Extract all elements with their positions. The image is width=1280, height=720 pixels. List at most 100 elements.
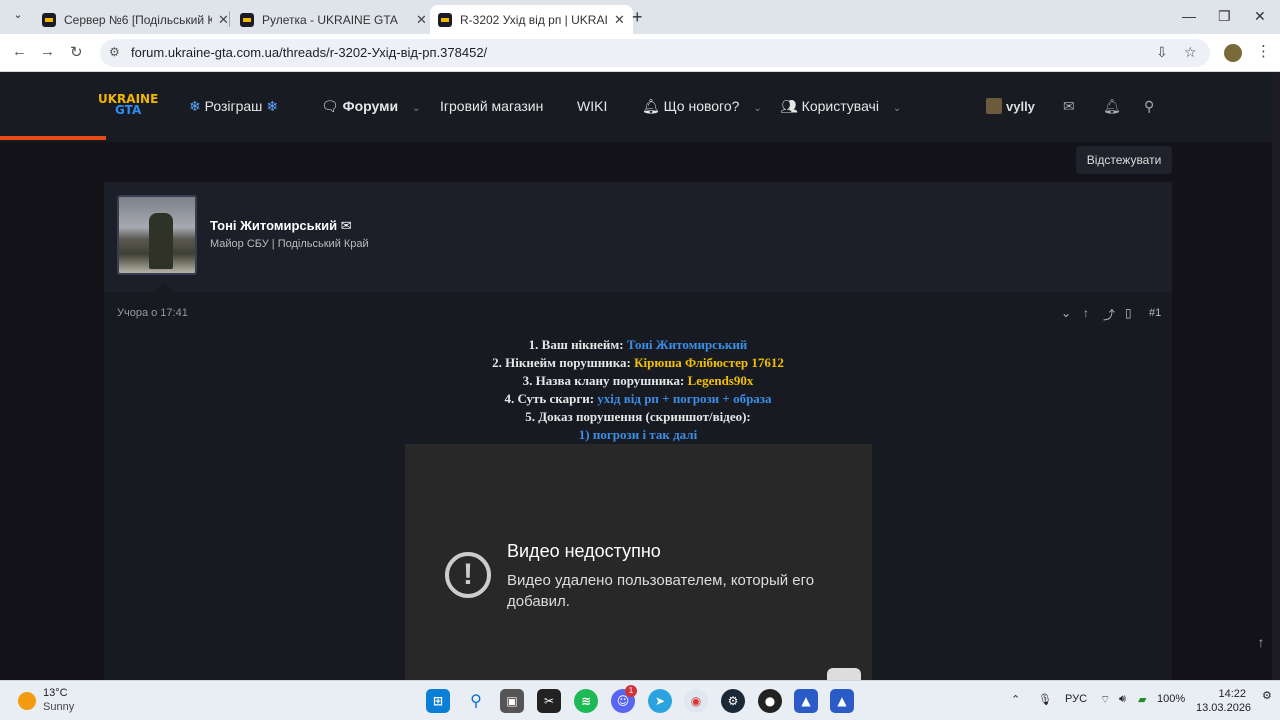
arrow-up-icon[interactable]: ↑ bbox=[1083, 306, 1089, 320]
scroll-top-icon[interactable]: ↑ bbox=[1250, 634, 1272, 656]
post-line: 3. Назва клану порушника: Legends90x bbox=[522, 373, 754, 388]
menu-icon[interactable]: ⋮ bbox=[1256, 42, 1271, 60]
tab-roulette[interactable]: Рулетка - UKRAINE GTA ✕ bbox=[232, 5, 435, 34]
chat-icon: 🗨 bbox=[321, 98, 339, 114]
follow-button[interactable]: Відстежувати bbox=[1076, 146, 1172, 174]
telegram-icon[interactable]: ➤ bbox=[648, 689, 672, 713]
nav-forums[interactable]: 🗨 Форуми ⌄ bbox=[321, 98, 420, 115]
alert-icon: ! bbox=[445, 552, 491, 598]
url-field[interactable]: ⚙ forum.ukraine-gta.com.ua/threads/r-320… bbox=[100, 39, 1210, 67]
snowflake-icon: ❄ bbox=[189, 98, 201, 114]
nav-label: Форуми bbox=[342, 98, 399, 114]
site-logo[interactable]: UKRAINE GTA bbox=[98, 93, 158, 117]
post-line: 2. Нікнейм порушника: Кірюша Флібюстер 1… bbox=[492, 355, 784, 370]
nav-shop[interactable]: Ігровий магазин bbox=[440, 98, 543, 114]
clock[interactable]: 14:22 13.03.2026 bbox=[1196, 687, 1251, 715]
post-author-block: Тоні Житомирський ✉ Майор СБУ | Подільсь… bbox=[104, 182, 1172, 292]
nav-wiki[interactable]: WIKI bbox=[577, 98, 607, 114]
tab-title: Рулетка - UKRAINE GTA bbox=[262, 12, 398, 27]
tray-overflow-icon[interactable]: ⌃ bbox=[1011, 693, 1020, 706]
back-icon[interactable]: ← bbox=[12, 43, 27, 60]
tab-thread[interactable]: R-3202 Ухід від рп | UKRAINE G ✕ bbox=[430, 5, 633, 34]
restore-icon[interactable]: ❐ bbox=[1218, 8, 1231, 25]
volume-icon[interactable]: 🔊︎ bbox=[1119, 693, 1126, 706]
share-icon[interactable]: ⤴ bbox=[1103, 306, 1115, 323]
author-avatar[interactable] bbox=[117, 195, 197, 275]
tab-favicon-icon bbox=[438, 12, 452, 27]
chevron-down-icon[interactable]: ⌄ bbox=[893, 103, 901, 114]
author-title: Майор СБУ | Подільський Край bbox=[210, 238, 369, 250]
post-line: 5. Доказ порушення (скриншот/відео): bbox=[525, 409, 751, 424]
url-text[interactable]: forum.ukraine-gta.com.ua/threads/r-3202-… bbox=[131, 45, 487, 60]
task-view-icon[interactable]: ▣ bbox=[500, 689, 524, 713]
site-info-icon[interactable]: ⚙ bbox=[109, 45, 120, 59]
bell-icon: 🔔︎ bbox=[642, 98, 660, 114]
notifications-icon[interactable]: ⚙ bbox=[1262, 689, 1272, 702]
window-close-icon[interactable]: ✕ bbox=[1254, 8, 1266, 25]
forum-post: Тоні Житомирський ✉ Майор СБУ | Подільсь… bbox=[104, 182, 1172, 682]
close-icon[interactable]: ✕ bbox=[218, 12, 229, 28]
nav-giveaway[interactable]: ❄ Розіграш ❄ bbox=[189, 98, 278, 115]
windows-start-icon[interactable]: ⊞ bbox=[426, 689, 450, 713]
nav-label: Користувачі bbox=[801, 98, 879, 114]
capcut-icon[interactable]: ✂ bbox=[537, 689, 561, 713]
battery-level[interactable]: 100% bbox=[1157, 693, 1185, 705]
nav-label: Розіграш bbox=[204, 98, 263, 114]
nav-users[interactable]: 👥︎ Користувачі ⌄ bbox=[780, 98, 901, 115]
reaction-icon[interactable]: ⌄ bbox=[1061, 306, 1071, 320]
mail-icon[interactable]: ✉ bbox=[1063, 98, 1075, 115]
logo-text: GTA bbox=[115, 103, 142, 117]
weather-sun-icon[interactable] bbox=[18, 692, 36, 710]
battery-icon[interactable]: ▰ bbox=[1138, 693, 1146, 706]
user-avatar[interactable] bbox=[986, 98, 1002, 114]
forward-icon[interactable]: → bbox=[40, 43, 55, 60]
chrome-icon[interactable]: ◉ bbox=[684, 689, 708, 713]
scrollbar[interactable] bbox=[1272, 72, 1280, 680]
wifi-icon[interactable]: ⌔ bbox=[1100, 693, 1110, 707]
nav-whats-new[interactable]: 🔔︎ Що нового? ⌄ bbox=[642, 98, 762, 115]
nav-label: Що нового? bbox=[663, 98, 740, 114]
bell-icon[interactable]: 🔔︎ bbox=[1103, 98, 1121, 115]
users-icon: 👥︎ bbox=[780, 98, 798, 114]
username[interactable]: vylly bbox=[1006, 99, 1035, 114]
page-progress-bar bbox=[0, 136, 106, 140]
game-launcher-icon[interactable]: ▲ bbox=[794, 689, 818, 713]
minimize-icon[interactable]: — bbox=[1182, 8, 1196, 24]
author-name[interactable]: Тоні Житомирський ✉ bbox=[210, 218, 352, 234]
nav-label: WIKI bbox=[577, 98, 608, 114]
notification-badge: 1 bbox=[625, 685, 637, 697]
close-icon[interactable]: ✕ bbox=[614, 12, 625, 28]
new-tab-button[interactable]: + bbox=[632, 7, 643, 28]
weather-condition[interactable]: Sunny bbox=[43, 701, 74, 713]
video-error-title: Видео недоступно bbox=[507, 541, 661, 561]
bookmark-icon[interactable]: ▯ bbox=[1125, 306, 1132, 320]
tab-server[interactable]: Сервер №6 [Подільський Край ✕ bbox=[34, 5, 237, 34]
game-launcher-icon[interactable]: ▲ bbox=[830, 689, 854, 713]
clock-time: 14:22 bbox=[1218, 688, 1246, 700]
tab-divider bbox=[229, 11, 230, 27]
weather-temperature[interactable]: 13°C bbox=[43, 687, 68, 699]
post-number[interactable]: #1 bbox=[1149, 307, 1161, 319]
spotify-icon[interactable]: ≋ bbox=[574, 689, 598, 713]
tab-favicon-icon bbox=[240, 12, 254, 27]
obs-icon[interactable]: ● bbox=[758, 689, 782, 713]
tab-list-button[interactable]: ⌄ bbox=[8, 8, 28, 26]
post-date[interactable]: Учора о 17:41 bbox=[117, 307, 188, 319]
chevron-down-icon[interactable]: ⌄ bbox=[753, 103, 761, 114]
chevron-down-icon[interactable]: ⌄ bbox=[412, 103, 420, 114]
language-indicator[interactable]: РУС bbox=[1065, 693, 1087, 705]
snowflake-icon: ❄ bbox=[266, 98, 279, 114]
steam-icon[interactable]: ⚙ bbox=[721, 689, 745, 713]
nav-label: Ігровий магазин bbox=[440, 98, 544, 114]
reload-icon[interactable]: ↻ bbox=[70, 43, 83, 61]
author-arrow bbox=[152, 282, 174, 293]
install-icon[interactable]: ⇩ bbox=[1156, 44, 1168, 61]
microphone-icon[interactable]: 🎙︎ bbox=[1038, 693, 1052, 706]
search-icon[interactable]: ⚲ bbox=[1144, 98, 1154, 115]
star-icon[interactable]: ☆ bbox=[1184, 44, 1197, 61]
search-icon[interactable]: ⚲ bbox=[464, 689, 488, 713]
mail-icon[interactable]: ✉ bbox=[341, 218, 352, 233]
video-embed[interactable]: ! Видео недоступно Видео удалено пользов… bbox=[405, 444, 872, 682]
profile-icon[interactable] bbox=[1224, 44, 1242, 62]
close-icon[interactable]: ✕ bbox=[416, 12, 427, 28]
